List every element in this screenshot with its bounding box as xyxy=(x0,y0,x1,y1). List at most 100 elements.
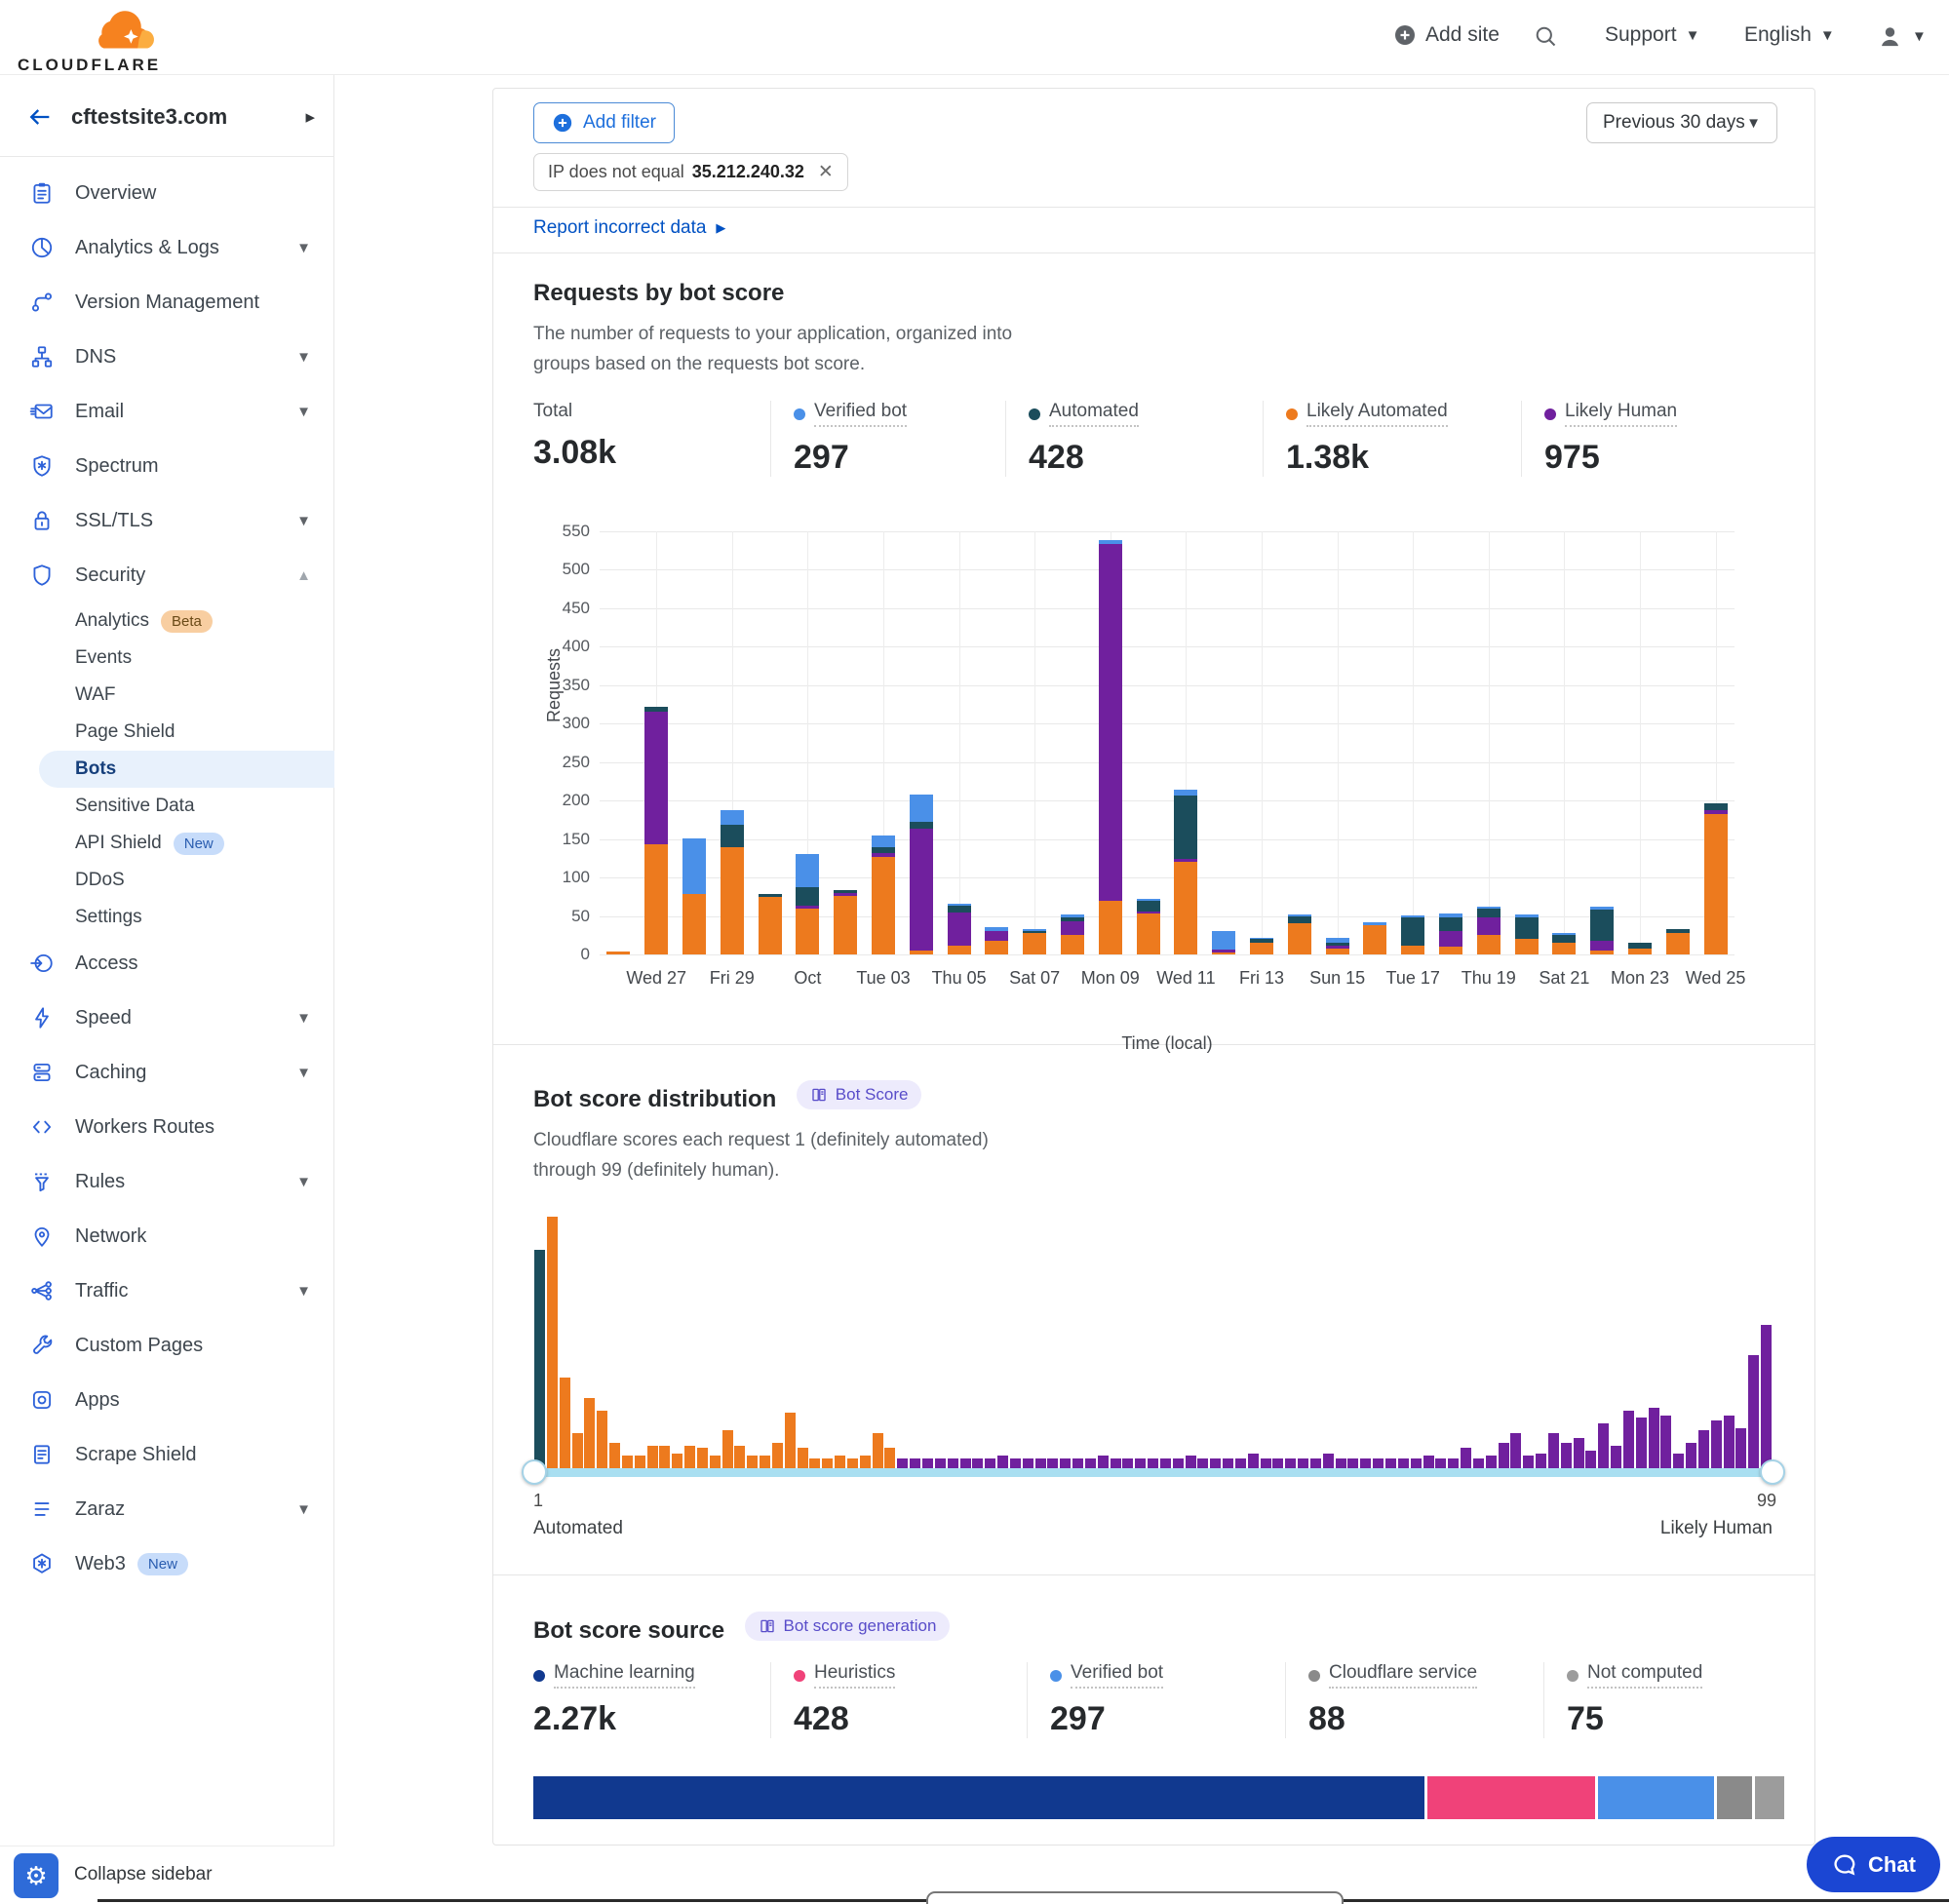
sidebar-item-waf[interactable]: WAF xyxy=(0,677,334,714)
chart-bar-segment[interactable] xyxy=(1552,933,1576,935)
chart-bar-segment[interactable] xyxy=(1174,859,1197,862)
sidebar-item-rules[interactable]: Rules▼ xyxy=(0,1154,334,1209)
histogram-bar[interactable] xyxy=(609,1443,620,1468)
chart-bar-segment[interactable] xyxy=(1137,913,1160,954)
chart-bar-segment[interactable] xyxy=(948,946,971,954)
chart-bar-segment[interactable] xyxy=(1515,914,1539,917)
chart-bar-segment[interactable] xyxy=(796,887,819,906)
chart-bar-segment[interactable] xyxy=(872,835,895,846)
histogram-bar[interactable] xyxy=(1135,1458,1146,1468)
chart-bar-segment[interactable] xyxy=(1137,899,1160,901)
histogram-bar[interactable] xyxy=(985,1458,995,1468)
histogram-bar[interactable] xyxy=(1423,1456,1434,1468)
histogram-bar[interactable] xyxy=(1373,1458,1384,1468)
chart-bar-segment[interactable] xyxy=(872,853,895,857)
stat-label-text[interactable]: Automated xyxy=(1049,401,1139,427)
histogram-bar[interactable] xyxy=(1761,1325,1772,1468)
histogram-bar[interactable] xyxy=(1711,1420,1722,1468)
chart-bar-segment[interactable] xyxy=(872,847,895,853)
histogram-bar[interactable] xyxy=(1623,1411,1634,1468)
chart-bar-segment[interactable] xyxy=(1326,949,1349,954)
histogram-bar[interactable] xyxy=(1536,1454,1546,1468)
stat-label-text[interactable]: Cloudflare service xyxy=(1329,1662,1477,1689)
histogram-bar[interactable] xyxy=(1649,1408,1659,1468)
histogram-bar[interactable] xyxy=(1510,1433,1521,1468)
histogram-bar[interactable] xyxy=(1160,1458,1171,1468)
histogram-bar[interactable] xyxy=(960,1458,971,1468)
site-name[interactable]: cftestsite3.com xyxy=(71,104,227,130)
chart-bar-segment[interactable] xyxy=(834,890,857,893)
sidebar-item-analytics[interactable]: AnalyticsBeta xyxy=(0,602,334,640)
histogram-bar[interactable] xyxy=(1035,1458,1046,1468)
histogram-bar[interactable] xyxy=(1023,1458,1033,1468)
histogram-bar[interactable] xyxy=(622,1456,633,1468)
bot-score-badge[interactable]: Bot Score xyxy=(797,1080,922,1109)
chart-bar-segment[interactable] xyxy=(1061,914,1084,917)
histogram-bar[interactable] xyxy=(809,1458,820,1468)
chart-bar-segment[interactable] xyxy=(1477,935,1501,954)
histogram-bar[interactable] xyxy=(1611,1446,1621,1468)
chart-bar-segment[interactable] xyxy=(644,707,668,712)
histogram-bar[interactable] xyxy=(572,1433,583,1468)
score-slider-handle-max[interactable] xyxy=(1760,1459,1785,1485)
chart-bar-segment[interactable] xyxy=(606,952,630,954)
histogram-bar[interactable] xyxy=(1486,1456,1497,1468)
stat-label-text[interactable]: Heuristics xyxy=(814,1662,895,1689)
chart-bar-segment[interactable] xyxy=(721,847,744,954)
sidebar-item-ddos[interactable]: DDoS xyxy=(0,862,334,899)
chart-bar-segment[interactable] xyxy=(1477,909,1501,917)
chevron-right-icon[interactable]: ▸ xyxy=(305,106,315,129)
chart-bar-segment[interactable] xyxy=(1099,540,1122,544)
histogram-bar[interactable] xyxy=(1398,1458,1409,1468)
chart-bar-segment[interactable] xyxy=(1363,925,1386,954)
histogram-bar[interactable] xyxy=(1347,1458,1358,1468)
sidebar-item-network[interactable]: Network xyxy=(0,1209,334,1263)
chart-bar-segment[interactable] xyxy=(1099,901,1122,954)
chart-bar-segment[interactable] xyxy=(1250,943,1273,954)
sidebar-item-dns[interactable]: DNS▼ xyxy=(0,330,334,384)
sidebar-item-web3[interactable]: Web3New xyxy=(0,1536,334,1591)
sidebar-item-analytics-logs[interactable]: Analytics & Logs▼ xyxy=(0,220,334,275)
histogram-bar[interactable] xyxy=(1435,1458,1446,1468)
sidebar-item-zaraz[interactable]: Zaraz▼ xyxy=(0,1482,334,1536)
sidebar-item-version-management[interactable]: Version Management xyxy=(0,275,334,330)
chart-bar-segment[interactable] xyxy=(1174,862,1197,954)
chart-bar-segment[interactable] xyxy=(1477,907,1501,909)
sidebar-item-sensitive-data[interactable]: Sensitive Data xyxy=(0,788,334,825)
chart-bar-segment[interactable] xyxy=(985,941,1008,954)
sidebar-item-access[interactable]: Access xyxy=(0,936,334,991)
chart-bar-segment[interactable] xyxy=(1515,917,1539,939)
histogram-bar[interactable] xyxy=(1310,1458,1321,1468)
chart-bar-segment[interactable] xyxy=(1666,933,1690,954)
stat-label-text[interactable]: Verified bot xyxy=(1071,1662,1163,1689)
histogram-bar[interactable] xyxy=(1197,1458,1208,1468)
collapse-sidebar-button[interactable]: Collapse sidebar xyxy=(74,1864,213,1885)
histogram-bar[interactable] xyxy=(1336,1458,1346,1468)
support-menu[interactable]: Support▼ xyxy=(1605,23,1699,47)
sidebar-item-security[interactable]: Security▲ xyxy=(0,548,334,602)
sidebar-item-api-shield[interactable]: API ShieldNew xyxy=(0,825,334,862)
chart-bar-segment[interactable] xyxy=(1552,943,1576,954)
chart-bar-segment[interactable] xyxy=(1137,912,1160,913)
histogram-bar[interactable] xyxy=(1261,1458,1271,1468)
stat-label-text[interactable]: Likely Automated xyxy=(1306,401,1448,427)
source-bar-segment[interactable] xyxy=(1717,1776,1751,1819)
chart-bar-segment[interactable] xyxy=(1439,931,1462,947)
sidebar-item-bots[interactable]: Bots xyxy=(39,751,334,788)
histogram-bar[interactable] xyxy=(1499,1443,1509,1468)
chart-bar-segment[interactable] xyxy=(1590,951,1614,954)
histogram-bar[interactable] xyxy=(597,1411,607,1468)
histogram-bar[interactable] xyxy=(584,1398,595,1468)
histogram-bar[interactable] xyxy=(1323,1454,1334,1468)
chart-bar-segment[interactable] xyxy=(1326,943,1349,945)
histogram-bar[interactable] xyxy=(722,1430,733,1468)
sidebar-item-workers-routes[interactable]: Workers Routes xyxy=(0,1100,334,1154)
stat-label-text[interactable]: Verified bot xyxy=(814,401,907,427)
sidebar-item-settings[interactable]: Settings xyxy=(0,899,334,936)
date-range-select[interactable]: Previous 30 days ▼ xyxy=(1586,102,1777,143)
histogram-bar[interactable] xyxy=(884,1448,895,1468)
histogram-bar[interactable] xyxy=(1636,1418,1647,1468)
chart-bar-segment[interactable] xyxy=(1590,910,1614,941)
histogram-bar[interactable] xyxy=(1748,1355,1759,1468)
chart-bar-segment[interactable] xyxy=(1704,803,1728,811)
